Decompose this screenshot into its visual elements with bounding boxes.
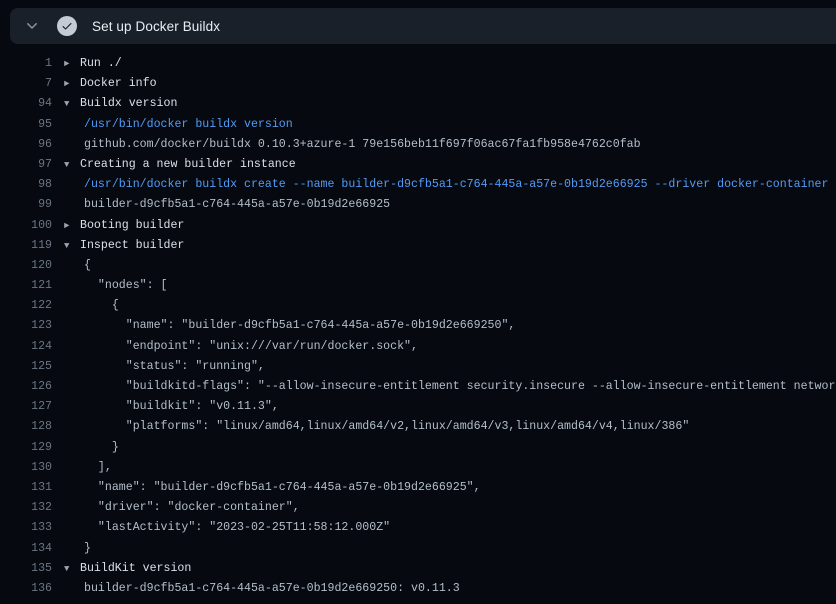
log-line-number[interactable]: 135 (0, 559, 52, 579)
log-line: 127 "buildkit": "v0.11.3", (0, 397, 836, 417)
log-line-text: "platforms": "linux/amd64,linux/amd64/v2… (84, 417, 689, 437)
log-line-text: /usr/bin/docker buildx version (84, 115, 293, 135)
log-line-text[interactable]: Booting builder (80, 216, 184, 236)
group-expanded-icon[interactable]: ▼ (64, 236, 80, 256)
log-line-number[interactable]: 97 (0, 155, 52, 175)
log-line-number[interactable]: 124 (0, 337, 52, 357)
log-line: 128 "platforms": "linux/amd64,linux/amd6… (0, 417, 836, 437)
log-line: 100 ► Booting builder (0, 216, 836, 236)
log-line: 97 ▼ Creating a new builder instance (0, 155, 836, 175)
log-line-number[interactable]: 95 (0, 115, 52, 135)
log-line-number[interactable]: 7 (0, 74, 52, 94)
log-line-text[interactable]: Run ./ (80, 54, 122, 74)
log-line: 122 { (0, 296, 836, 316)
log-line-number[interactable]: 100 (0, 216, 52, 236)
log-line-text[interactable]: BuildKit version (80, 559, 191, 579)
log-line: 124 "endpoint": "unix:///var/run/docker.… (0, 337, 836, 357)
group-collapsed-icon[interactable]: ► (64, 216, 80, 236)
log-line-text: { (84, 256, 91, 276)
log-line-text: "lastActivity": "2023-02-25T11:58:12.000… (84, 518, 390, 538)
log-line-text: "endpoint": "unix:///var/run/docker.sock… (84, 337, 418, 357)
log-line-number[interactable]: 1 (0, 54, 52, 74)
log-line-number[interactable]: 96 (0, 135, 52, 155)
step-title: Set up Docker Buildx (92, 19, 220, 34)
log-line-number[interactable]: 134 (0, 539, 52, 559)
log-line-text: "buildkitd-flags": "--allow-insecure-ent… (84, 377, 836, 397)
log-line: 134 } (0, 539, 836, 559)
log-line-text: builder-d9cfb5a1-c764-445a-a57e-0b19d2e6… (84, 579, 460, 599)
log-line-text: "driver": "docker-container", (84, 498, 300, 518)
log-line: 125 "status": "running", (0, 357, 836, 377)
log-line: 120 { (0, 256, 836, 276)
log-line: 135 ▼ BuildKit version (0, 559, 836, 579)
log-line-number[interactable]: 131 (0, 478, 52, 498)
log-line-text[interactable]: Inspect builder (80, 236, 184, 256)
group-collapsed-icon[interactable]: ► (64, 74, 80, 94)
log-line: 7 ► Docker info (0, 74, 836, 94)
log-line: 96 github.com/docker/buildx 0.10.3+azure… (0, 135, 836, 155)
log-line-text: "name": "builder-d9cfb5a1-c764-445a-a57e… (84, 478, 481, 498)
log-line-text: "nodes": [ (84, 276, 168, 296)
log-line: 132 "driver": "docker-container", (0, 498, 836, 518)
log-line-number[interactable]: 127 (0, 397, 52, 417)
log-line-text[interactable]: Docker info (80, 74, 157, 94)
log-lines: 1 ► Run ./ 7 ► Docker info 94 ▼ Buildx v… (0, 54, 836, 604)
log-line: 94 ▼ Buildx version (0, 94, 836, 114)
log-line-number[interactable]: 133 (0, 518, 52, 538)
step-header[interactable]: Set up Docker Buildx (10, 8, 836, 44)
group-collapsed-icon[interactable]: ► (64, 54, 80, 74)
log-line-number[interactable]: 125 (0, 357, 52, 377)
log-line-text[interactable]: Creating a new builder instance (80, 155, 296, 175)
log-line-text: /usr/bin/docker buildx create --name bui… (84, 175, 828, 195)
actions-log-viewer: Set up Docker Buildx 1 ► Run ./ 7 ► Dock… (0, 0, 836, 604)
log-line-text: builder-d9cfb5a1-c764-445a-a57e-0b19d2e6… (84, 195, 390, 215)
log-line-number[interactable]: 132 (0, 498, 52, 518)
log-line-number[interactable]: 119 (0, 236, 52, 256)
log-line-number[interactable]: 126 (0, 377, 52, 397)
log-line-text: { (84, 296, 119, 316)
log-line: 133 "lastActivity": "2023-02-25T11:58:12… (0, 518, 836, 538)
log-line: 136 builder-d9cfb5a1-c764-445a-a57e-0b19… (0, 579, 836, 599)
log-line-number[interactable]: 129 (0, 438, 52, 458)
log-line-number[interactable]: 120 (0, 256, 52, 276)
log-line-text: "name": "builder-d9cfb5a1-c764-445a-a57e… (84, 316, 515, 336)
log-line: 121 "nodes": [ (0, 276, 836, 296)
log-line-number[interactable]: 123 (0, 316, 52, 336)
log-line-text: "buildkit": "v0.11.3", (84, 397, 279, 417)
log-line: 1 ► Run ./ (0, 54, 836, 74)
log-line-number[interactable]: 128 (0, 417, 52, 437)
log-line-number[interactable]: 98 (0, 175, 52, 195)
log-line: 130 ], (0, 458, 836, 478)
log-line: 95 /usr/bin/docker buildx version (0, 115, 836, 135)
log-line: 98 /usr/bin/docker buildx create --name … (0, 175, 836, 195)
log-line: 126 "buildkitd-flags": "--allow-insecure… (0, 377, 836, 397)
log-line: 119 ▼ Inspect builder (0, 236, 836, 256)
group-expanded-icon[interactable]: ▼ (64, 559, 80, 579)
group-expanded-icon[interactable]: ▼ (64, 155, 80, 175)
log-line-text: github.com/docker/buildx 0.10.3+azure-1 … (84, 135, 641, 155)
log-line-text[interactable]: Buildx version (80, 94, 177, 114)
log-line-number[interactable]: 99 (0, 195, 52, 215)
log-line-text: } (84, 539, 91, 559)
log-line-number[interactable]: 121 (0, 276, 52, 296)
log-line-text: } (84, 438, 119, 458)
group-expanded-icon[interactable]: ▼ (64, 94, 80, 114)
log-line-number[interactable]: 136 (0, 579, 52, 599)
log-line: 129 } (0, 438, 836, 458)
log-line: 123 "name": "builder-d9cfb5a1-c764-445a-… (0, 316, 836, 336)
log-line: 131 "name": "builder-d9cfb5a1-c764-445a-… (0, 478, 836, 498)
log-line: 99 builder-d9cfb5a1-c764-445a-a57e-0b19d… (0, 195, 836, 215)
log-line-number[interactable]: 94 (0, 94, 52, 114)
chevron-down-icon[interactable] (24, 18, 40, 34)
log-line-text: "status": "running", (84, 357, 265, 377)
log-line-text: ], (84, 458, 112, 478)
log-line-number[interactable]: 130 (0, 458, 52, 478)
log-line-number[interactable]: 122 (0, 296, 52, 316)
check-circle-icon (57, 16, 77, 36)
